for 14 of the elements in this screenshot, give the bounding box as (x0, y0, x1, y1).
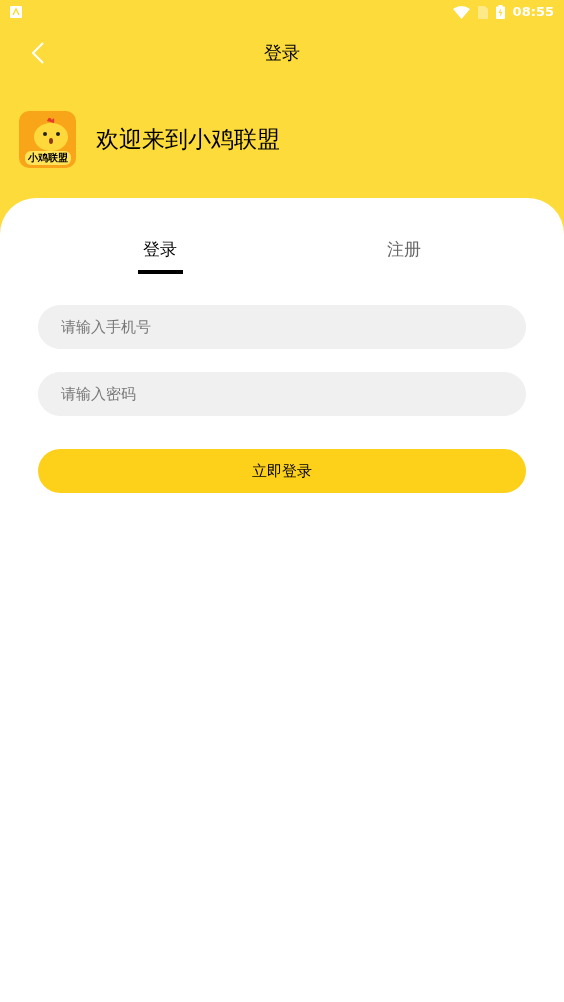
battery-icon (495, 5, 505, 19)
wifi-icon (452, 5, 470, 19)
welcome-text: 欢迎来到小鸡联盟 (96, 125, 280, 155)
tab[interactable]: 注册 (282, 236, 526, 274)
back-icon (32, 42, 44, 64)
input-field[interactable]: 请输入密码 (38, 372, 526, 416)
tab[interactable]: 登录 (38, 236, 282, 274)
login-button[interactable]: 立即登录 (38, 449, 526, 493)
status-time: 08:55 (512, 3, 554, 22)
logo-text: 小鸡联盟 (24, 151, 71, 165)
notification-icon (10, 6, 22, 18)
input-field[interactable]: 请输入手机号 (38, 305, 526, 349)
page-title: 登录 (264, 40, 300, 65)
sim-icon (477, 5, 488, 19)
